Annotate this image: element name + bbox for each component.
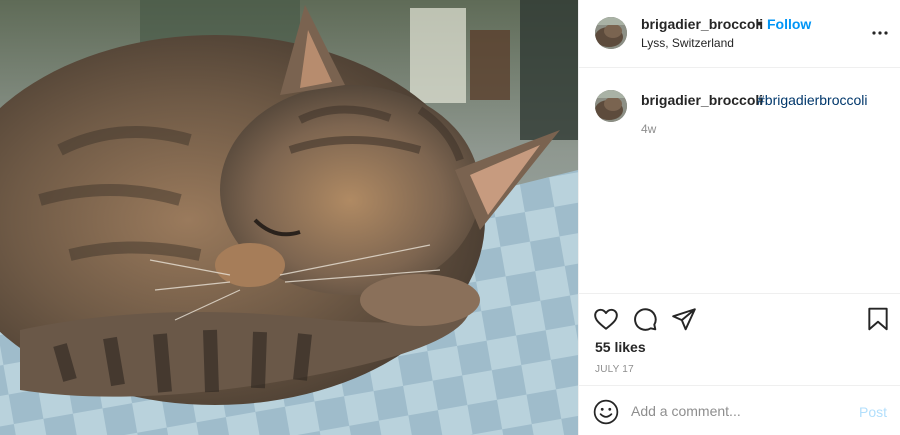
bookmark-icon[interactable] [865,306,891,332]
post-comment-button[interactable]: Post [859,404,887,420]
post-header: brigadier_broccoli • Follow Lyss, Switze… [579,0,900,68]
send-icon[interactable] [671,306,697,332]
likes-count[interactable]: 55 likes [595,339,646,355]
caption-username-link[interactable]: brigadier_broccoli [641,92,763,108]
more-options-icon[interactable] [871,24,889,42]
separator-dot: • [757,15,762,31]
comment-age: 4w [641,122,657,136]
comment-input[interactable] [631,400,851,422]
add-comment-bar: Post [579,385,900,435]
comment-bubble-icon[interactable] [632,306,658,332]
action-bar: 55 likes JULY 17 [579,293,900,385]
hashtag-link[interactable]: #brigadierbroccoli [757,92,868,108]
caption-comment: brigadier_broccoli #brigadierbroccoli 4w [579,68,900,293]
heart-icon[interactable] [593,306,619,332]
post-image[interactable] [0,0,578,435]
location-link[interactable]: Lyss, Switzerland [641,36,734,50]
follow-button[interactable]: Follow [767,16,811,32]
avatar[interactable] [595,90,627,122]
emoji-icon[interactable] [593,399,619,425]
username-link[interactable]: brigadier_broccoli [641,16,763,32]
post-side-panel: brigadier_broccoli • Follow Lyss, Switze… [578,0,900,435]
avatar[interactable] [595,17,627,49]
post-date[interactable]: JULY 17 [595,364,634,375]
